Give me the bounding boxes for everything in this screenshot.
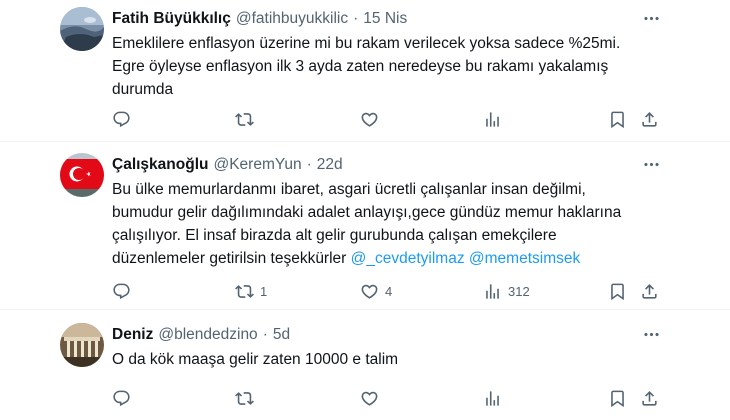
tweet-text: Emeklilere enflasyon üzerine mi bu rakam… bbox=[112, 32, 662, 101]
separator-dot: · bbox=[262, 326, 268, 343]
tweet-actions bbox=[0, 386, 730, 410]
author-name[interactable]: Deniz bbox=[112, 326, 153, 344]
separator-dot: · bbox=[306, 156, 312, 173]
bookmark-button[interactable] bbox=[608, 279, 627, 303]
tweet-actions: 1 4 312 bbox=[0, 279, 730, 303]
share-button[interactable] bbox=[640, 386, 659, 410]
retweet-button[interactable] bbox=[235, 386, 260, 410]
like-icon bbox=[360, 389, 379, 408]
timestamp[interactable]: 15 Nis bbox=[363, 10, 407, 28]
tweet-text-line: durumda bbox=[112, 81, 174, 98]
reply-icon bbox=[112, 389, 131, 408]
tweet-text-line: düzenlemeler getirilsin teşekkürler @_ce… bbox=[112, 247, 662, 270]
views-count: 312 bbox=[508, 283, 530, 299]
tweet-text-line: Egre öyleyse enflasyon ilk 3 ayda zaten … bbox=[112, 58, 609, 75]
retweet-icon bbox=[235, 110, 254, 129]
bookmark-icon bbox=[608, 110, 627, 129]
tweet-text-line: çalışılıyor. El insaf birazda alt gelir … bbox=[112, 227, 557, 244]
separator-dot: · bbox=[353, 10, 359, 27]
avatar[interactable] bbox=[60, 323, 104, 367]
views-button[interactable] bbox=[483, 386, 508, 410]
retweet-button[interactable]: 1 bbox=[235, 279, 267, 303]
timestamp[interactable]: 22d bbox=[317, 156, 343, 174]
tweet-header: Deniz @blendedzino · 5d bbox=[112, 324, 290, 346]
bookmark-icon bbox=[608, 282, 627, 301]
author-name[interactable]: Çalışkanoğlu bbox=[112, 156, 208, 174]
mention-link[interactable]: @_cevdetyilmaz bbox=[351, 250, 465, 267]
retweet-button[interactable] bbox=[235, 107, 260, 131]
views-icon bbox=[483, 389, 502, 408]
mention-link[interactable]: @memetsimsek bbox=[469, 250, 580, 267]
timestamp[interactable]: 5d bbox=[273, 326, 290, 344]
author-name[interactable]: Fatih Büyükkılıç bbox=[112, 10, 231, 28]
retweet-count: 1 bbox=[260, 283, 268, 299]
like-count: 4 bbox=[385, 283, 393, 299]
reply-button[interactable] bbox=[112, 279, 137, 303]
tweet-header: Fatih Büyükkılıç @fatihbuyukkilic · 15 N… bbox=[112, 8, 407, 30]
avatar[interactable] bbox=[60, 7, 104, 51]
reply-button[interactable] bbox=[112, 107, 137, 131]
like-button[interactable] bbox=[360, 386, 385, 410]
views-button[interactable] bbox=[483, 107, 508, 131]
avatar[interactable] bbox=[60, 153, 104, 197]
bookmark-icon bbox=[608, 389, 627, 408]
tweet[interactable]: Çalışkanoğlu @KeremYun · 22d Bu ülke mem… bbox=[0, 142, 730, 309]
like-icon bbox=[360, 110, 379, 129]
share-button[interactable] bbox=[640, 107, 659, 131]
more-icon[interactable] bbox=[640, 323, 662, 345]
retweet-icon bbox=[235, 282, 254, 301]
views-icon bbox=[483, 110, 502, 129]
bookmark-button[interactable] bbox=[608, 386, 627, 410]
tweet-text: Bu ülke memurlardanmı ibaret, asgari ücr… bbox=[112, 178, 662, 270]
views-button[interactable]: 312 bbox=[483, 279, 530, 303]
tweet-actions bbox=[0, 107, 730, 131]
tweet[interactable]: Deniz @blendedzino · 5d O da kök maaşa g… bbox=[0, 310, 730, 420]
reply-button[interactable] bbox=[112, 386, 137, 410]
like-button[interactable]: 4 bbox=[360, 279, 392, 303]
share-icon bbox=[640, 110, 659, 129]
bookmark-button[interactable] bbox=[608, 107, 627, 131]
share-icon bbox=[640, 389, 659, 408]
tweet-text-line: bumudur gelir dağılımındaki adalet anlay… bbox=[112, 204, 622, 221]
more-icon[interactable] bbox=[640, 153, 662, 175]
views-icon bbox=[483, 282, 502, 301]
author-handle[interactable]: @KeremYun bbox=[213, 156, 301, 174]
reply-icon bbox=[112, 282, 131, 301]
tweet-text-line: Emeklilere enflasyon üzerine mi bu rakam… bbox=[112, 35, 621, 52]
author-handle[interactable]: @fatihbuyukkilic bbox=[236, 10, 348, 28]
tweet-text-segment: düzenlemeler getirilsin teşekkürler bbox=[112, 250, 347, 267]
author-handle[interactable]: @blendedzino bbox=[158, 326, 257, 344]
tweet-text-line: O da kök maaşa gelir zaten 10000 e talim bbox=[112, 351, 399, 368]
more-icon[interactable] bbox=[640, 7, 662, 29]
tweet[interactable]: Fatih Büyükkılıç @fatihbuyukkilic · 15 N… bbox=[0, 0, 730, 140]
reply-icon bbox=[112, 110, 131, 129]
retweet-icon bbox=[235, 389, 254, 408]
tweet-text: O da kök maaşa gelir zaten 10000 e talim bbox=[112, 348, 662, 371]
tweet-header: Çalışkanoğlu @KeremYun · 22d bbox=[112, 154, 343, 176]
share-icon bbox=[640, 282, 659, 301]
like-button[interactable] bbox=[360, 107, 385, 131]
share-button[interactable] bbox=[640, 279, 659, 303]
tweet-text-line: Bu ülke memurlardanmı ibaret, asgari ücr… bbox=[112, 181, 586, 198]
like-icon bbox=[360, 282, 379, 301]
